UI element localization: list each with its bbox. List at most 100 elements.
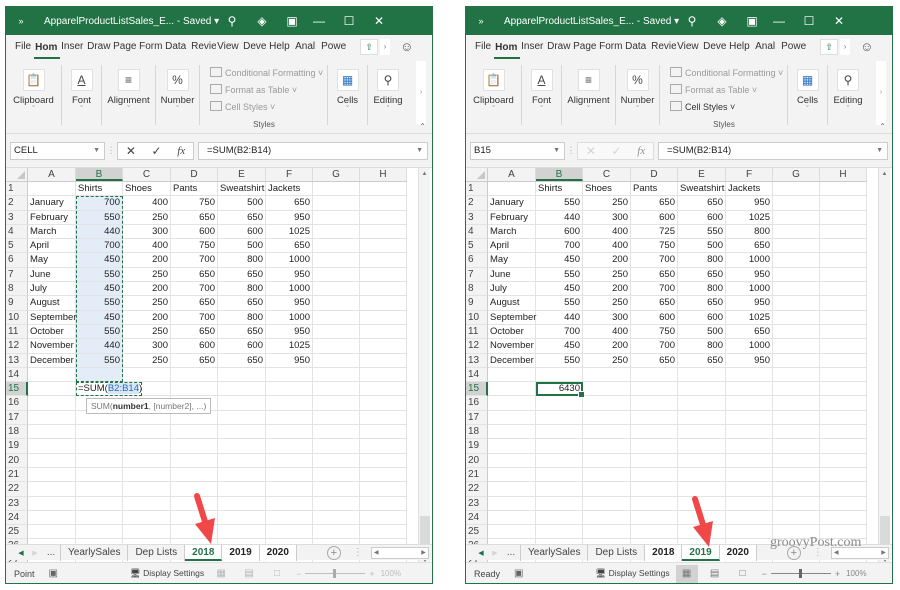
cell-g17[interactable] [313,410,360,426]
cell-f25[interactable] [266,525,313,540]
cell-c12[interactable]: 200 [583,339,631,354]
cell-f13[interactable]: 950 [266,353,313,368]
cell-c4[interactable]: 300 [123,224,171,240]
zoom-in-icon[interactable]: + [369,569,374,579]
zoom-slider[interactable]: − + 100% [762,569,867,579]
cell-a20[interactable] [28,453,76,468]
cell-f17[interactable] [266,410,313,426]
cell-d21[interactable] [631,467,678,483]
cell-h17[interactable] [360,410,407,426]
cell-b5[interactable]: 700 [76,239,123,254]
cell-h4[interactable] [820,224,867,240]
cell-h14[interactable] [820,367,867,383]
cell-b23[interactable] [536,496,583,511]
cell-d23[interactable] [631,496,678,511]
collapse-ribbon-icon[interactable]: ⌃ [879,122,886,131]
row-header[interactable]: 9 [6,296,28,311]
cell-h3[interactable] [820,210,867,225]
column-header-b[interactable]: B [536,168,583,181]
cell-c21[interactable] [583,467,631,483]
horizontal-scrollbar[interactable]: ◀ ▶ [370,546,429,559]
cell-b23[interactable] [76,496,123,511]
cell-h24[interactable] [820,510,867,526]
cell-c5[interactable]: 400 [583,239,631,254]
cell-c9[interactable]: 250 [123,296,171,311]
cell-f10[interactable]: 1025 [726,310,773,325]
cell-c2[interactable]: 400 [123,196,171,211]
row-header[interactable]: 12 [6,339,28,354]
more-sheets[interactable]: ... [42,547,60,558]
cell-b10[interactable]: 450 [76,310,123,325]
cell-d7[interactable]: 650 [171,267,218,283]
prev-sheet-icon[interactable]: ◀ [474,549,488,557]
row-header[interactable]: 10 [466,310,488,325]
cell-a24[interactable] [28,510,76,526]
conditional-formatting-button[interactable]: Conditional Formatting ˅ [670,65,783,82]
cell-g2[interactable] [773,196,820,211]
cell-f23[interactable] [266,496,313,511]
cell-e21[interactable] [218,467,266,483]
cell-c24[interactable] [123,510,171,526]
ribbon-tab-hom[interactable]: Hom [494,37,521,59]
cell-g19[interactable] [773,439,820,454]
cell-h11[interactable] [360,324,407,340]
ribbon-tab-page[interactable]: Page [112,35,138,59]
row-header[interactable]: 3 [6,210,28,225]
ribbon-tab-page[interactable]: Page [572,35,598,59]
cell-d24[interactable] [631,510,678,526]
function-tooltip[interactable]: SUM(number1, [number2], ...) [86,397,212,414]
insert-function-icon[interactable]: fx [637,145,645,157]
next-sheet-icon[interactable]: ▶ [488,549,502,557]
row-header[interactable]: 11 [466,324,488,340]
cell-a6[interactable]: May [488,253,536,268]
ribbon-scroll-right-icon[interactable]: › [416,61,426,125]
cell-a17[interactable] [488,410,536,426]
cell-e3[interactable]: 600 [678,210,726,225]
cell-c22[interactable] [123,482,171,497]
cell-g22[interactable] [313,482,360,497]
sheet-tab-yearlysales[interactable]: YearlySales [521,544,589,561]
cell-g21[interactable] [313,467,360,483]
cell-e13[interactable]: 650 [678,353,726,368]
cell-d14[interactable] [631,367,678,383]
column-header-c[interactable]: C [583,168,631,181]
diamond-icon[interactable]: ◈ [250,14,274,28]
cell-a2[interactable]: January [488,196,536,211]
cell-d13[interactable]: 650 [631,353,678,368]
cell-f12[interactable]: 1000 [726,339,773,354]
cell-e15[interactable] [218,382,266,397]
cell-e11[interactable]: 500 [678,324,726,340]
cell-g17[interactable] [773,410,820,426]
page-break-preview-icon[interactable]: □ [732,565,754,583]
cell-d16[interactable] [631,396,678,411]
cancel-icon[interactable]: ✕ [126,144,136,158]
close-button[interactable]: ✕ [364,14,394,28]
cell-h4[interactable] [360,224,407,240]
row-header[interactable]: 17 [6,410,28,426]
row-header[interactable]: 9 [466,296,488,311]
cell-f7[interactable]: 950 [726,267,773,283]
ribbon-tab-deve[interactable]: Deve [702,35,728,59]
cell-e23[interactable] [218,496,266,511]
cell-d18[interactable] [631,425,678,440]
row-header[interactable]: 20 [6,453,28,468]
maximize-button[interactable]: ☐ [334,14,364,28]
cell-a7[interactable]: June [488,267,536,283]
cell-b13[interactable]: 550 [76,353,123,368]
cell-a13[interactable]: December [488,353,536,368]
cell-b14[interactable] [76,367,123,383]
cell-b16[interactable] [536,396,583,411]
cell-h8[interactable] [360,282,407,297]
cell-d15[interactable] [631,382,678,397]
cell-e9[interactable]: 650 [218,296,266,311]
cell-e23[interactable] [678,496,726,511]
macro-recording-icon[interactable]: ▣ [49,568,58,579]
cell-g11[interactable] [313,324,360,340]
cell-g23[interactable] [773,496,820,511]
cell-a18[interactable] [488,425,536,440]
cell-d21[interactable] [171,467,218,483]
ribbon-tab-help[interactable]: Help [268,35,294,59]
page-break-preview-icon[interactable]: □ [266,565,288,583]
cell-a5[interactable]: April [488,239,536,254]
cell-e25[interactable] [218,525,266,540]
